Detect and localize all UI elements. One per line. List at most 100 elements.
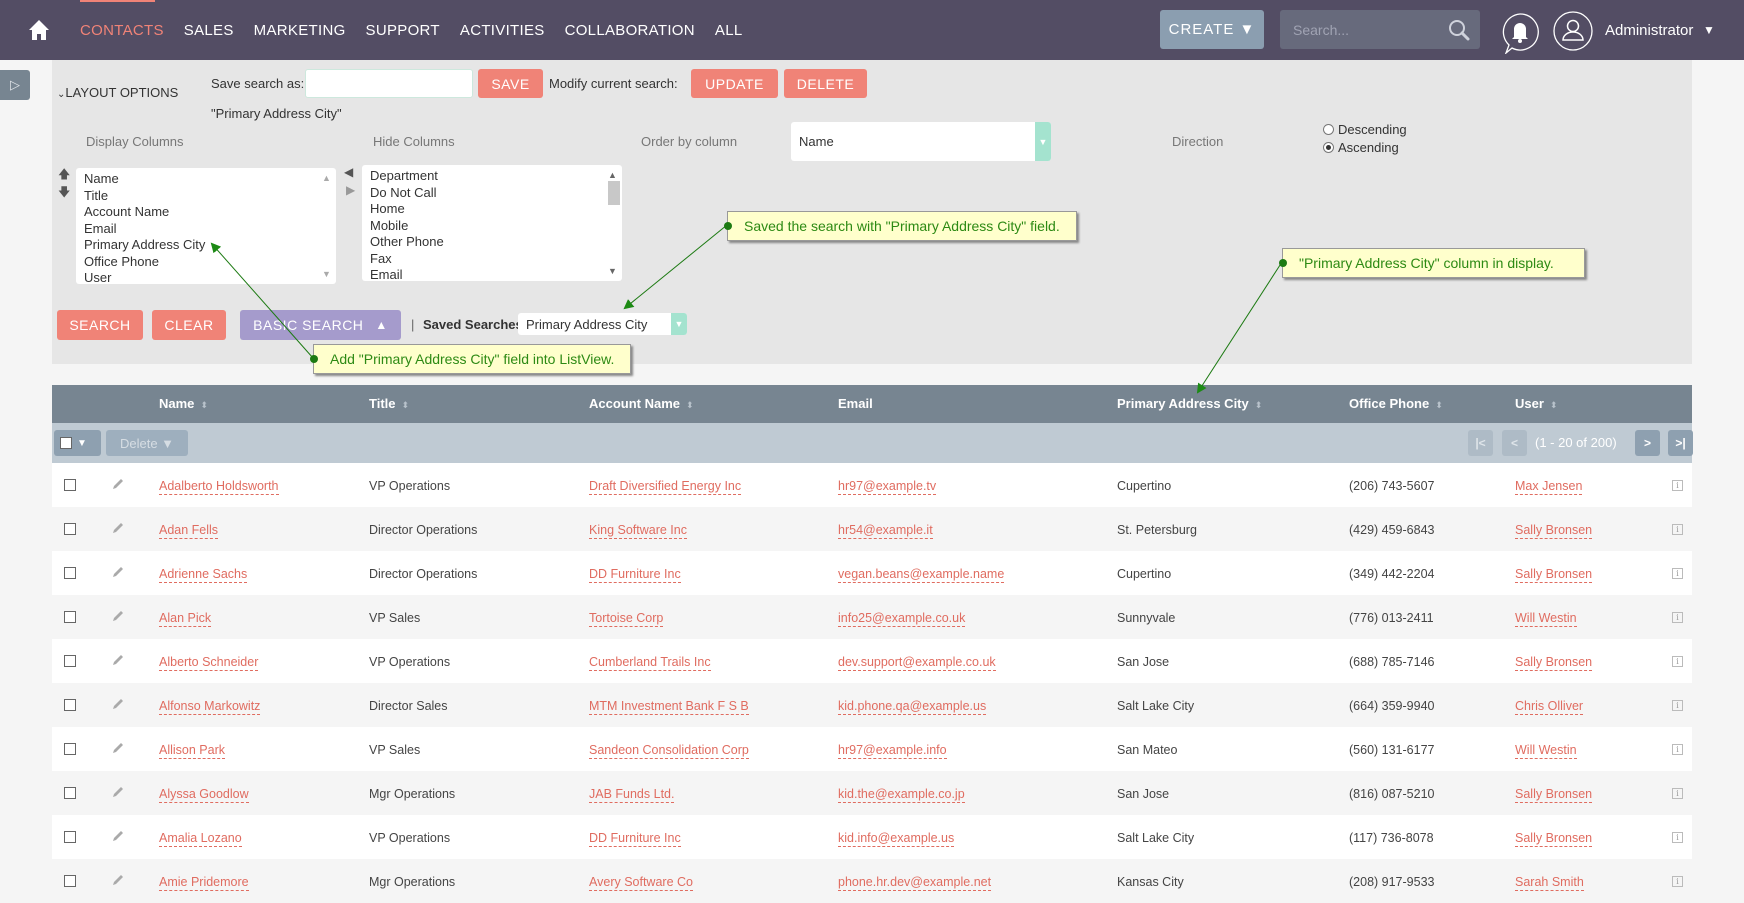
info-icon[interactable]: i (1672, 568, 1683, 579)
tab-contacts[interactable]: CONTACTS (80, 22, 164, 39)
move-right-arrow-icon[interactable]: ▶ (346, 183, 355, 197)
sidebar-toggle-icon[interactable]: ▷ (0, 70, 30, 100)
row-checkbox[interactable] (64, 523, 76, 535)
email-link[interactable]: phone.hr.dev@example.net (838, 875, 992, 891)
pencil-edit-icon[interactable] (111, 829, 125, 843)
email-link[interactable]: hr97@example.tv (838, 479, 937, 495)
hide-column-option[interactable]: Fax (370, 251, 614, 268)
display-columns-scrollbar[interactable]: ▲ ▼ (322, 170, 334, 282)
search-button[interactable]: SEARCH (57, 310, 143, 340)
contact-name-link[interactable]: Amie Pridemore (159, 875, 249, 891)
move-left-arrow-icon[interactable]: ◀ (344, 165, 353, 179)
row-checkbox[interactable] (64, 567, 76, 579)
display-column-option[interactable]: Email (84, 221, 328, 238)
contact-name-link[interactable]: Adan Fells (159, 523, 219, 539)
assigned-user-link[interactable]: Sarah Smith (1515, 875, 1584, 891)
info-icon[interactable]: i (1672, 832, 1683, 843)
account-name-link[interactable]: King Software Inc (589, 523, 687, 539)
pencil-edit-icon[interactable] (111, 873, 125, 887)
account-name-link[interactable]: JAB Funds Ltd. (589, 787, 675, 803)
hide-column-option[interactable]: Department (370, 168, 614, 185)
save-search-name-input[interactable] (305, 69, 473, 98)
info-icon[interactable]: i (1672, 612, 1683, 623)
display-column-option[interactable]: User (84, 270, 328, 284)
pencil-edit-icon[interactable] (111, 785, 125, 799)
assigned-user-link[interactable]: Will Westin (1515, 743, 1577, 759)
select-all-checkbox[interactable] (60, 437, 72, 449)
basic-search-button[interactable]: BASIC SEARCH ▲ (240, 310, 401, 340)
account-name-link[interactable]: Sandeon Consolidation Corp (589, 743, 749, 759)
row-checkbox[interactable] (64, 699, 76, 711)
row-checkbox[interactable] (64, 743, 76, 755)
info-icon[interactable]: i (1672, 700, 1683, 711)
tab-all[interactable]: ALL (715, 22, 743, 39)
last-page-button[interactable]: >| (1668, 430, 1693, 456)
row-checkbox[interactable] (64, 787, 76, 799)
direction-descending-radio[interactable]: Descending (1323, 122, 1407, 137)
tab-marketing[interactable]: MARKETING (254, 22, 346, 39)
info-icon[interactable]: i (1672, 480, 1683, 491)
account-name-link[interactable]: DD Furniture Inc (589, 567, 681, 583)
column-header-office-phone[interactable]: Office Phone ⬍ (1349, 396, 1443, 411)
saved-searches-select[interactable]: Primary Address City ▼ (518, 313, 687, 335)
email-link[interactable]: dev.support@example.co.uk (838, 655, 996, 671)
search-icon[interactable] (1448, 19, 1470, 41)
pencil-edit-icon[interactable] (111, 565, 125, 579)
order-by-column-select[interactable]: Name ▼ (791, 122, 1051, 161)
email-link[interactable]: hr97@example.info (838, 743, 947, 759)
account-name-link[interactable]: DD Furniture Inc (589, 831, 681, 847)
hide-columns-list[interactable]: Department Do Not Call Home Mobile Other… (362, 165, 622, 281)
account-name-link[interactable]: Tortoise Corp (589, 611, 664, 627)
hide-columns-scrollbar[interactable]: ▲ ▼ (608, 167, 620, 279)
assigned-user-link[interactable]: Sally Bronsen (1515, 787, 1593, 803)
bulk-delete-button[interactable]: Delete ▼ (106, 430, 188, 456)
save-search-button[interactable]: SAVE (478, 69, 543, 98)
create-button[interactable]: CREATE ▼ (1160, 10, 1264, 49)
contact-name-link[interactable]: Alberto Schneider (159, 655, 259, 671)
email-link[interactable]: kid.info@example.us (838, 831, 955, 847)
contact-name-link[interactable]: Allison Park (159, 743, 225, 759)
display-columns-list[interactable]: Name Title Account Name Email Primary Ad… (76, 168, 336, 284)
row-checkbox[interactable] (64, 831, 76, 843)
contact-name-link[interactable]: Alfonso Markowitz (159, 699, 261, 715)
email-link[interactable]: vegan.beans@example.name (838, 567, 1005, 583)
previous-page-button[interactable]: < (1502, 430, 1527, 456)
email-link[interactable]: kid.phone.qa@example.us (838, 699, 987, 715)
contact-name-link[interactable]: Alan Pick (159, 611, 212, 627)
pencil-edit-icon[interactable] (111, 741, 125, 755)
assigned-user-link[interactable]: Sally Bronsen (1515, 655, 1593, 671)
info-icon[interactable]: i (1672, 876, 1683, 887)
layout-options-toggle[interactable]: ⌄LAYOUT OPTIONS (57, 85, 178, 100)
pencil-edit-icon[interactable] (111, 609, 125, 623)
pencil-edit-icon[interactable] (111, 521, 125, 535)
notifications-bell-icon[interactable] (1500, 12, 1540, 54)
assigned-user-link[interactable]: Sally Bronsen (1515, 523, 1593, 539)
first-page-button[interactable]: |< (1468, 430, 1493, 456)
tab-sales[interactable]: SALES (184, 22, 234, 39)
hide-column-option[interactable]: Do Not Call (370, 185, 614, 202)
direction-ascending-radio[interactable]: Ascending (1323, 140, 1399, 155)
info-icon[interactable]: i (1672, 788, 1683, 799)
column-header-name[interactable]: Name ⬍ (159, 396, 208, 411)
next-page-button[interactable]: > (1635, 430, 1660, 456)
display-column-option[interactable]: Primary Address City (84, 237, 328, 254)
move-down-arrow-icon[interactable]: 🡇 (58, 183, 70, 204)
assigned-user-link[interactable]: Max Jensen (1515, 479, 1583, 495)
assigned-user-link[interactable]: Sally Bronsen (1515, 567, 1593, 583)
contact-name-link[interactable]: Amalia Lozano (159, 831, 242, 847)
info-icon[interactable]: i (1672, 656, 1683, 667)
hide-column-option[interactable]: Other Phone (370, 234, 614, 251)
pencil-edit-icon[interactable] (111, 697, 125, 711)
hide-column-option[interactable]: Email (370, 267, 614, 281)
email-link[interactable]: hr54@example.it (838, 523, 933, 539)
column-header-title[interactable]: Title ⬍ (369, 396, 409, 411)
email-link[interactable]: kid.the@example.co.jp (838, 787, 965, 803)
column-header-account-name[interactable]: Account Name ⬍ (589, 396, 694, 411)
display-column-option[interactable]: Office Phone (84, 254, 328, 271)
select-all-dropdown[interactable]: ▼ (54, 430, 101, 456)
user-menu-name[interactable]: Administrator (1605, 22, 1693, 39)
display-column-option[interactable]: Title (84, 188, 328, 205)
row-checkbox[interactable] (64, 655, 76, 667)
clear-button[interactable]: CLEAR (152, 310, 226, 340)
row-checkbox[interactable] (64, 611, 76, 623)
